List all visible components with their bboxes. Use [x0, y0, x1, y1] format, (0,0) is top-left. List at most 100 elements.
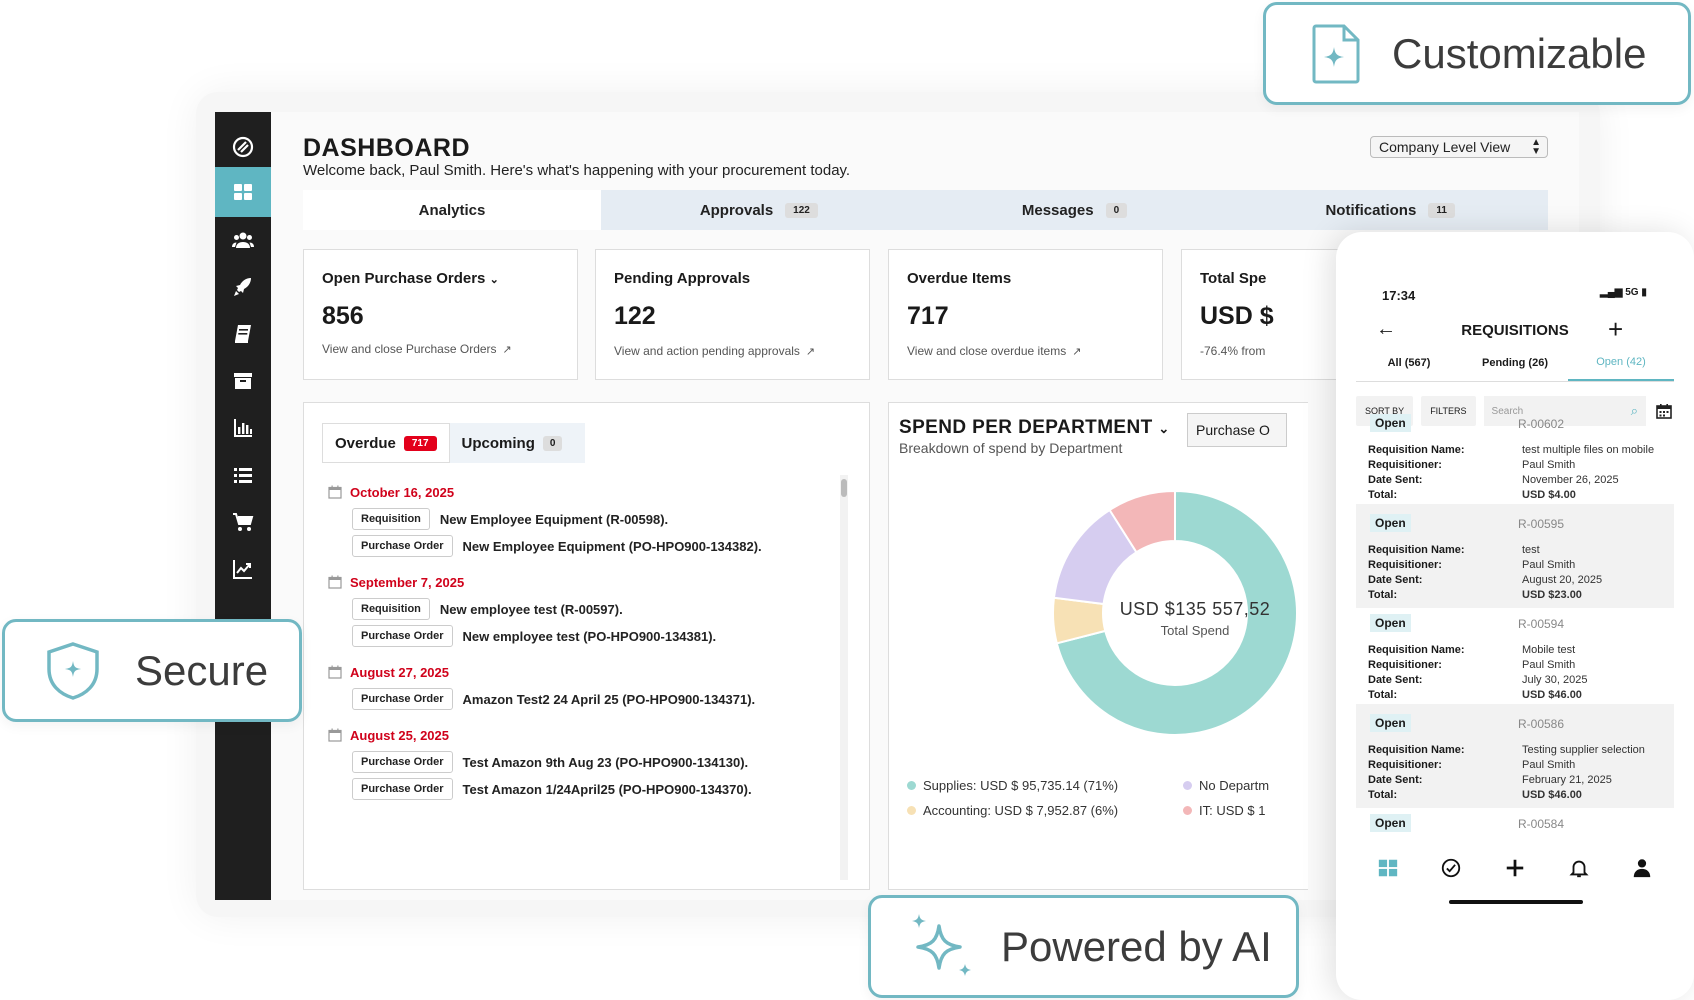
date-label: September 7, 2025	[350, 574, 465, 590]
field-label: Date Sent:	[1368, 574, 1423, 586]
overdue-item[interactable]: Purchase Order New employee test (PO-HPO9…	[352, 625, 838, 647]
field-label: Requisitioner:	[1368, 759, 1442, 771]
date-header: August 25, 2025	[328, 724, 838, 746]
field-label: Total:	[1368, 589, 1398, 601]
requisition-card[interactable]: Open R-00584	[1356, 804, 1674, 844]
overdue-panel: Overdue 717 Upcoming 0 October 16, 2025 Req…	[303, 402, 870, 890]
legend-item: Accounting: USD $ 7,952.87 (6%)	[907, 803, 1118, 818]
requisition-card[interactable]: Open R-00594 Requisition Name: Mobile test R…	[1356, 604, 1674, 708]
field-value: Paul Smith	[1522, 559, 1576, 571]
item-type-badge: Purchase Order	[352, 751, 453, 773]
calendar-icon	[328, 485, 342, 499]
card-value: 122	[614, 302, 656, 330]
scrollbar[interactable]	[840, 475, 848, 880]
field-label: Requisition Name:	[1368, 744, 1465, 756]
total-spend-value: USD $135 557,52	[1119, 599, 1271, 619]
add-requisition-button[interactable]: +	[1608, 314, 1623, 345]
phone-title: REQUISITIONS	[1461, 322, 1569, 339]
card-pending-approvals: Pending Approvals 122 View and action pe…	[595, 249, 870, 380]
dashboard-nav-icon[interactable]	[1377, 857, 1399, 884]
bell-icon[interactable]	[1568, 857, 1590, 884]
external-link-icon: ↗	[502, 344, 512, 356]
sidebar-item-cart[interactable]	[215, 497, 271, 547]
view-select-value: Company Level View	[1379, 139, 1511, 155]
scrollbar-thumb[interactable]	[841, 479, 847, 497]
tab-notifications[interactable]: Notifications 11	[1232, 190, 1548, 230]
field-value: August 20, 2025	[1522, 574, 1603, 586]
overdue-tab[interactable]: Overdue 717	[322, 423, 450, 463]
sidebar-item-launch[interactable]	[215, 262, 271, 312]
sidebar-item-list[interactable]	[215, 450, 271, 500]
overdue-item[interactable]: Purchase Order New Employee Equipment (PO…	[352, 535, 838, 557]
sidebar-item-archive[interactable]	[215, 356, 271, 406]
add-nav-icon[interactable]	[1504, 857, 1526, 884]
date-group: August 27, 2025 Purchase Order Amazon Test…	[328, 661, 838, 710]
field-label: Total:	[1368, 689, 1398, 701]
overdue-item[interactable]: Purchase Order Test Amazon 9th Aug 23 (PO…	[352, 751, 838, 773]
requisition-card[interactable]: Open R-00586 Requisition Name: Testing supp…	[1356, 704, 1674, 808]
card-title: Pending Approvals	[614, 270, 751, 287]
sidebar-item-dashboard[interactable]	[215, 167, 271, 217]
view-select[interactable]: Company Level View ▲ ▼	[1370, 136, 1548, 158]
tab-approvals[interactable]: Approvals 122	[601, 190, 917, 230]
requisition-card[interactable]: Open R-00595 Requisition Name: test Requisit…	[1356, 504, 1674, 608]
requisition-id: R-00584	[1518, 817, 1565, 831]
calendar-icon	[328, 728, 342, 742]
phone-tabs: All (567) Pending (26) Open (42)	[1356, 344, 1674, 382]
legend-swatch	[1183, 806, 1192, 815]
item-type-badge: Requisition	[352, 508, 430, 530]
profile-icon[interactable]	[1631, 857, 1653, 884]
card-link: -76.4% from	[1200, 344, 1266, 358]
tab-pending[interactable]: Pending (26)	[1462, 344, 1568, 381]
field-label: Date Sent:	[1368, 774, 1423, 786]
overdue-list: October 16, 2025 Requisition New Employee …	[328, 481, 838, 814]
stage: DASHBOARD Welcome back, Paul Smith. Here…	[0, 0, 1694, 1000]
tab-count-badge: 11	[1428, 202, 1455, 218]
tab-all[interactable]: All (567)	[1356, 344, 1462, 381]
card-value: 856	[322, 302, 364, 330]
approvals-nav-icon[interactable]	[1440, 857, 1462, 884]
overdue-item[interactable]: Purchase Order Test Amazon 1/24April25 (P…	[352, 778, 838, 800]
date-group: August 25, 2025 Purchase Order Test Amazon…	[328, 724, 838, 800]
item-title: Test Amazon 9th Aug 23 (PO-HPO900-134130…	[462, 754, 749, 770]
card-link[interactable]: View and action pending approvals ↗	[614, 344, 815, 358]
field-label: Total:	[1368, 489, 1398, 501]
sidebar-item-catalog[interactable]	[215, 309, 271, 359]
external-link-icon: ↗	[805, 346, 816, 358]
card-link[interactable]: View and close overdue items ↗	[907, 344, 1081, 358]
sidebar-item-reports[interactable]	[215, 403, 271, 453]
tab-messages[interactable]: Messages 0	[917, 190, 1233, 230]
card-link[interactable]: View and close Purchase Orders ↗	[322, 342, 512, 356]
requisition-card[interactable]: Open R-00602 Requisition Name: test multipl…	[1356, 404, 1674, 508]
item-type-badge: Purchase Order	[352, 778, 453, 800]
sidebar	[215, 112, 271, 900]
overdue-item[interactable]: Requisition New employee test (R-00597).	[352, 598, 838, 620]
sidebar-item-users[interactable]	[215, 215, 271, 265]
legend-item: Supplies: USD $ 95,735.14 (71%)	[907, 778, 1118, 793]
field-label: Requisition Name:	[1368, 444, 1465, 456]
item-type-badge: Purchase Order	[352, 625, 453, 647]
tab-analytics[interactable]: Analytics	[303, 190, 601, 230]
card-title: Open Purchase Orders	[322, 270, 486, 287]
item-title: New employee test (PO-HPO900-134381).	[462, 628, 717, 644]
shield-icon	[47, 641, 99, 700]
select-arrows-icon: ▲ ▼	[1531, 137, 1541, 157]
overdue-item[interactable]: Requisition New Employee Equipment (R-005…	[352, 508, 838, 530]
logo-icon[interactable]	[215, 122, 271, 172]
date-label: August 25, 2025	[350, 727, 449, 743]
card-value: 717	[907, 302, 949, 330]
tab-count-badge: 122	[785, 202, 818, 218]
status-badge: Open	[1370, 714, 1411, 732]
overdue-item[interactable]: Purchase Order Amazon Test2 24 April 25 (…	[352, 688, 838, 710]
sidebar-item-trends[interactable]	[215, 544, 271, 594]
dashboard-tabs: Analytics Approvals 122 Messages 0 Notific…	[303, 190, 1548, 230]
tab-open[interactable]: Open (42)	[1568, 344, 1674, 381]
legend-swatch	[1183, 781, 1192, 790]
upcoming-count-badge: 0	[542, 435, 563, 451]
date-header: October 16, 2025	[328, 481, 838, 503]
item-title: New employee test (R-00597).	[439, 601, 623, 617]
tab-count-badge: 0	[1105, 202, 1128, 218]
spend-select[interactable]: Purchase O	[1187, 413, 1287, 447]
item-title: New Employee Equipment (R-00598).	[439, 511, 669, 527]
upcoming-tab[interactable]: Upcoming 0	[450, 423, 575, 463]
